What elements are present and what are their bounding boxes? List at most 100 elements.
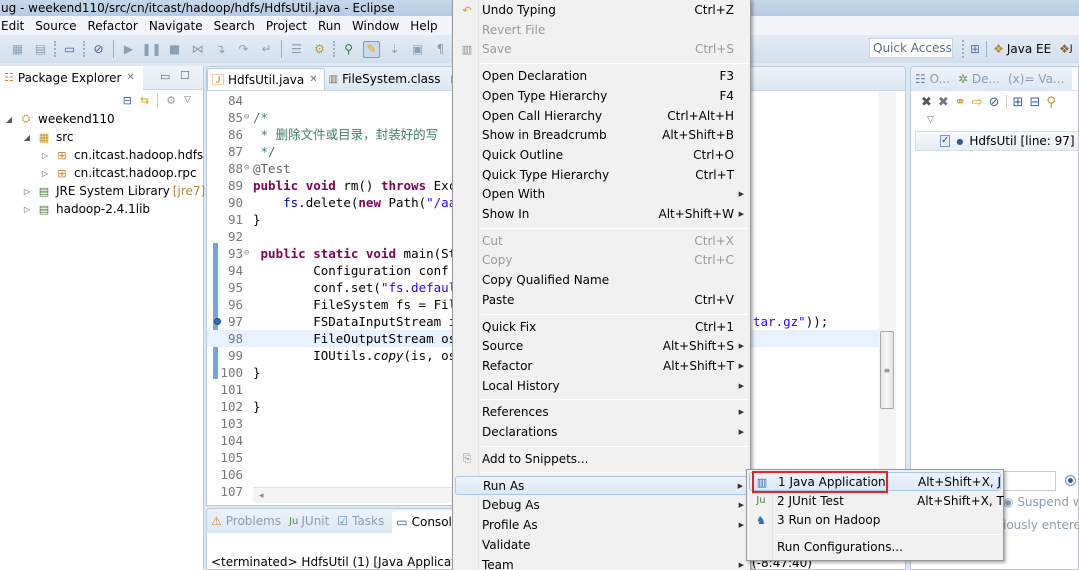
show-whitespace-icon[interactable]: ¶ bbox=[432, 41, 449, 58]
menu-run[interactable]: Run bbox=[314, 19, 348, 33]
link-with-editor-icon[interactable]: ⇆ bbox=[140, 94, 149, 107]
maximize-icon[interactable]: ☐ bbox=[180, 69, 190, 82]
tree-item-package[interactable]: ▷ ⊞ cn.itcast.hadoop.rpc bbox=[40, 164, 197, 182]
menu-source[interactable]: Source bbox=[31, 19, 83, 33]
skip-all-icon[interactable]: ⊘ bbox=[989, 95, 1000, 110]
radio-button[interactable] bbox=[1065, 475, 1076, 486]
tab-problems[interactable]: ⚠ Problems bbox=[211, 514, 281, 528]
menu-item-references[interactable]: References ▶ bbox=[455, 403, 748, 422]
menu-item-run-as[interactable]: Run As ▶ bbox=[455, 476, 748, 496]
close-icon[interactable]: ✕ bbox=[309, 74, 317, 85]
mark-occurrences-icon[interactable]: ✎ bbox=[363, 40, 380, 58]
close-icon[interactable]: ✕ bbox=[126, 72, 134, 83]
view-menu-icon[interactable]: ▽ bbox=[927, 115, 934, 125]
go-to-file-icon[interactable]: ⇨ bbox=[972, 95, 983, 110]
print-icon[interactable]: ▤ bbox=[32, 41, 49, 58]
menu-item-revert-file[interactable]: Revert File bbox=[455, 21, 748, 40]
menu-item-add-to-snippets[interactable]: ⎘ Add to Snippets... bbox=[455, 450, 748, 469]
tab-debug[interactable]: ✲ De... bbox=[958, 72, 1000, 86]
menu-project[interactable]: Project bbox=[262, 19, 314, 33]
disconnect-icon[interactable]: ⋈ bbox=[189, 41, 206, 58]
expand-all-icon[interactable]: ⊞ bbox=[1013, 95, 1024, 110]
menu-item-open-type-hierarchy[interactable]: Open Type Hierarchy F4 bbox=[455, 87, 748, 106]
menu-item-show-in-breadcrumb[interactable]: Show in Breadcrumb Alt+Shift+B bbox=[455, 126, 748, 145]
perspective-java-ee[interactable]: Java EE bbox=[1007, 42, 1051, 56]
submenu-item-2-junit-test[interactable]: Ju 2 JUnit Test Alt+Shift+X, T bbox=[749, 492, 1003, 511]
step-return-icon[interactable]: ↵ bbox=[258, 41, 275, 58]
scrollbar-thumb[interactable]: ≡ bbox=[880, 331, 894, 409]
breakpoint-entry[interactable]: ✓ ● HdfsUtil [line: 97] - m bbox=[915, 131, 1078, 151]
show-source-icon[interactable]: ▣ bbox=[409, 41, 426, 58]
fold-toggle-icon[interactable]: ⊖ bbox=[244, 109, 249, 126]
tab-filesystem-class[interactable]: ▥ FileSystem.class bbox=[325, 68, 447, 90]
suspend-when-option[interactable]: ◉ Suspend whe bbox=[1003, 495, 1078, 509]
menu-edit[interactable]: Edit bbox=[0, 19, 31, 33]
view-menu-icon[interactable]: ▽ bbox=[184, 95, 191, 105]
open-type-icon[interactable]: ⚲ bbox=[340, 41, 357, 58]
menu-item-quick-type-hierarchy[interactable]: Quick Type Hierarchy Ctrl+T bbox=[455, 166, 748, 185]
menu-item-quick-fix[interactable]: Quick Fix Ctrl+1 bbox=[455, 318, 748, 337]
menu-item-show-in[interactable]: Show In Alt+Shift+W ▶ bbox=[455, 205, 748, 224]
remove-icon[interactable]: ✖ bbox=[921, 95, 932, 110]
collapse-toggle-icon[interactable]: ▷ bbox=[22, 205, 32, 214]
tab-variables[interactable]: (x)= Va... bbox=[1008, 72, 1064, 86]
perspective-java[interactable]: J bbox=[1070, 44, 1073, 54]
remove-all-icon[interactable]: ✖ bbox=[938, 95, 949, 110]
submenu-item-run-configurations[interactable]: Run Configurations... bbox=[749, 538, 1001, 557]
tree-item-jre-library[interactable]: ▷ ▤ JRE System Library [jre7] bbox=[22, 182, 205, 200]
show-supported-icon[interactable]: ⚭ bbox=[955, 95, 966, 110]
open-perspective-icon[interactable]: ⊞ bbox=[970, 42, 980, 56]
menu-item-quick-outline[interactable]: Quick Outline Ctrl+O bbox=[455, 146, 748, 165]
block-selection-icon[interactable]: ⇣ bbox=[386, 41, 403, 58]
submenu-item-3-run-on-hadoop[interactable]: ♞ 3 Run on Hadoop bbox=[749, 511, 1001, 530]
menu-item-profile-as[interactable]: Profile As ▶ bbox=[455, 516, 748, 535]
menu-item-validate[interactable]: Validate bbox=[455, 536, 748, 555]
filters-icon[interactable]: ⚙ bbox=[166, 94, 176, 107]
console-icon[interactable]: ▭ bbox=[61, 41, 78, 58]
breakpoint-marker-icon[interactable] bbox=[214, 318, 221, 325]
tab-tasks[interactable]: ☑ Tasks bbox=[337, 514, 384, 528]
tab-package-explorer[interactable]: ☷ Package Explorer ✕ bbox=[0, 65, 143, 90]
menu-item-debug-as[interactable]: Debug As ▶ bbox=[455, 496, 748, 515]
menu-item-team[interactable]: Team ▶ bbox=[455, 556, 748, 570]
quick-access-input[interactable]: Quick Access bbox=[869, 38, 953, 58]
menu-item-open-with[interactable]: Open With ▶ bbox=[455, 185, 748, 204]
fold-toggle-icon[interactable]: ⊖ bbox=[244, 245, 249, 262]
menu-item-refactor[interactable]: Refactor Alt+Shift+T ▶ bbox=[455, 357, 748, 376]
java-perspective-icon[interactable]: ❖ bbox=[1059, 42, 1070, 56]
menu-item-open-call-hierarchy[interactable]: Open Call Hierarchy Ctrl+Alt+H bbox=[455, 107, 748, 126]
menu-item-cut[interactable]: Cut Ctrl+X bbox=[455, 232, 748, 251]
menu-refactor[interactable]: Refactor bbox=[83, 19, 144, 33]
menu-navigate[interactable]: Navigate bbox=[145, 19, 210, 33]
resume-icon[interactable]: ▶ bbox=[120, 41, 137, 58]
overview-ruler[interactable] bbox=[896, 91, 905, 487]
minimize-icon[interactable]: ▭ bbox=[160, 70, 170, 83]
breakpoint-enabled-checkbox[interactable]: ✓ bbox=[940, 135, 951, 147]
skip-breakpoints-icon[interactable]: ⊘ bbox=[90, 41, 107, 58]
tree-item-package[interactable]: ▷ ⊞ cn.itcast.hadoop.hdfs bbox=[40, 146, 203, 164]
menu-item-declarations[interactable]: Declarations ▶ bbox=[455, 423, 748, 442]
save-all-icon[interactable]: ▦ bbox=[9, 41, 26, 58]
menu-item-undo-typing[interactable]: ↶ Undo Typing Ctrl+Z bbox=[455, 1, 748, 20]
collapse-all-icon[interactable]: ⊟ bbox=[1029, 95, 1040, 110]
menu-search[interactable]: Search bbox=[210, 19, 262, 33]
fold-toggle-icon[interactable]: ⊖ bbox=[244, 160, 249, 177]
tree-item-src[interactable]: ◢ ▦ src bbox=[22, 128, 74, 146]
menu-help[interactable]: Help bbox=[406, 19, 444, 33]
expand-toggle-icon[interactable]: ◢ bbox=[22, 133, 32, 142]
menu-window[interactable]: Window bbox=[348, 19, 406, 33]
expand-toggle-icon[interactable]: ◢ bbox=[4, 115, 14, 124]
menu-item-copy-qualified-name[interactable]: Copy Qualified Name bbox=[455, 271, 748, 290]
tab-breakpoints[interactable]: ⚬⚬ bbox=[1072, 68, 1078, 90]
menu-item-copy[interactable]: Copy Ctrl+C bbox=[455, 251, 748, 270]
collapse-toggle-icon[interactable]: ▷ bbox=[40, 169, 50, 178]
collapse-all-icon[interactable]: ⊟ bbox=[123, 94, 132, 107]
menu-item-source[interactable]: Source Alt+Shift+S ▶ bbox=[455, 337, 748, 356]
tree-item-hadoop-lib[interactable]: ▷ ▤ hadoop-2.4.1lib bbox=[22, 200, 150, 218]
tab-outline[interactable]: ☷ O... bbox=[915, 72, 950, 86]
menu-item-open-declaration[interactable]: Open Declaration F3 bbox=[455, 67, 748, 86]
drop-to-frame-icon[interactable]: ☰ bbox=[288, 41, 305, 58]
step-over-icon[interactable]: ↷ bbox=[235, 41, 252, 58]
submenu-item-1-java-application[interactable]: ▥ 1 Java Application Alt+Shift+X, J bbox=[749, 472, 1001, 491]
tab-junit[interactable]: Ju JUnit bbox=[289, 514, 329, 528]
